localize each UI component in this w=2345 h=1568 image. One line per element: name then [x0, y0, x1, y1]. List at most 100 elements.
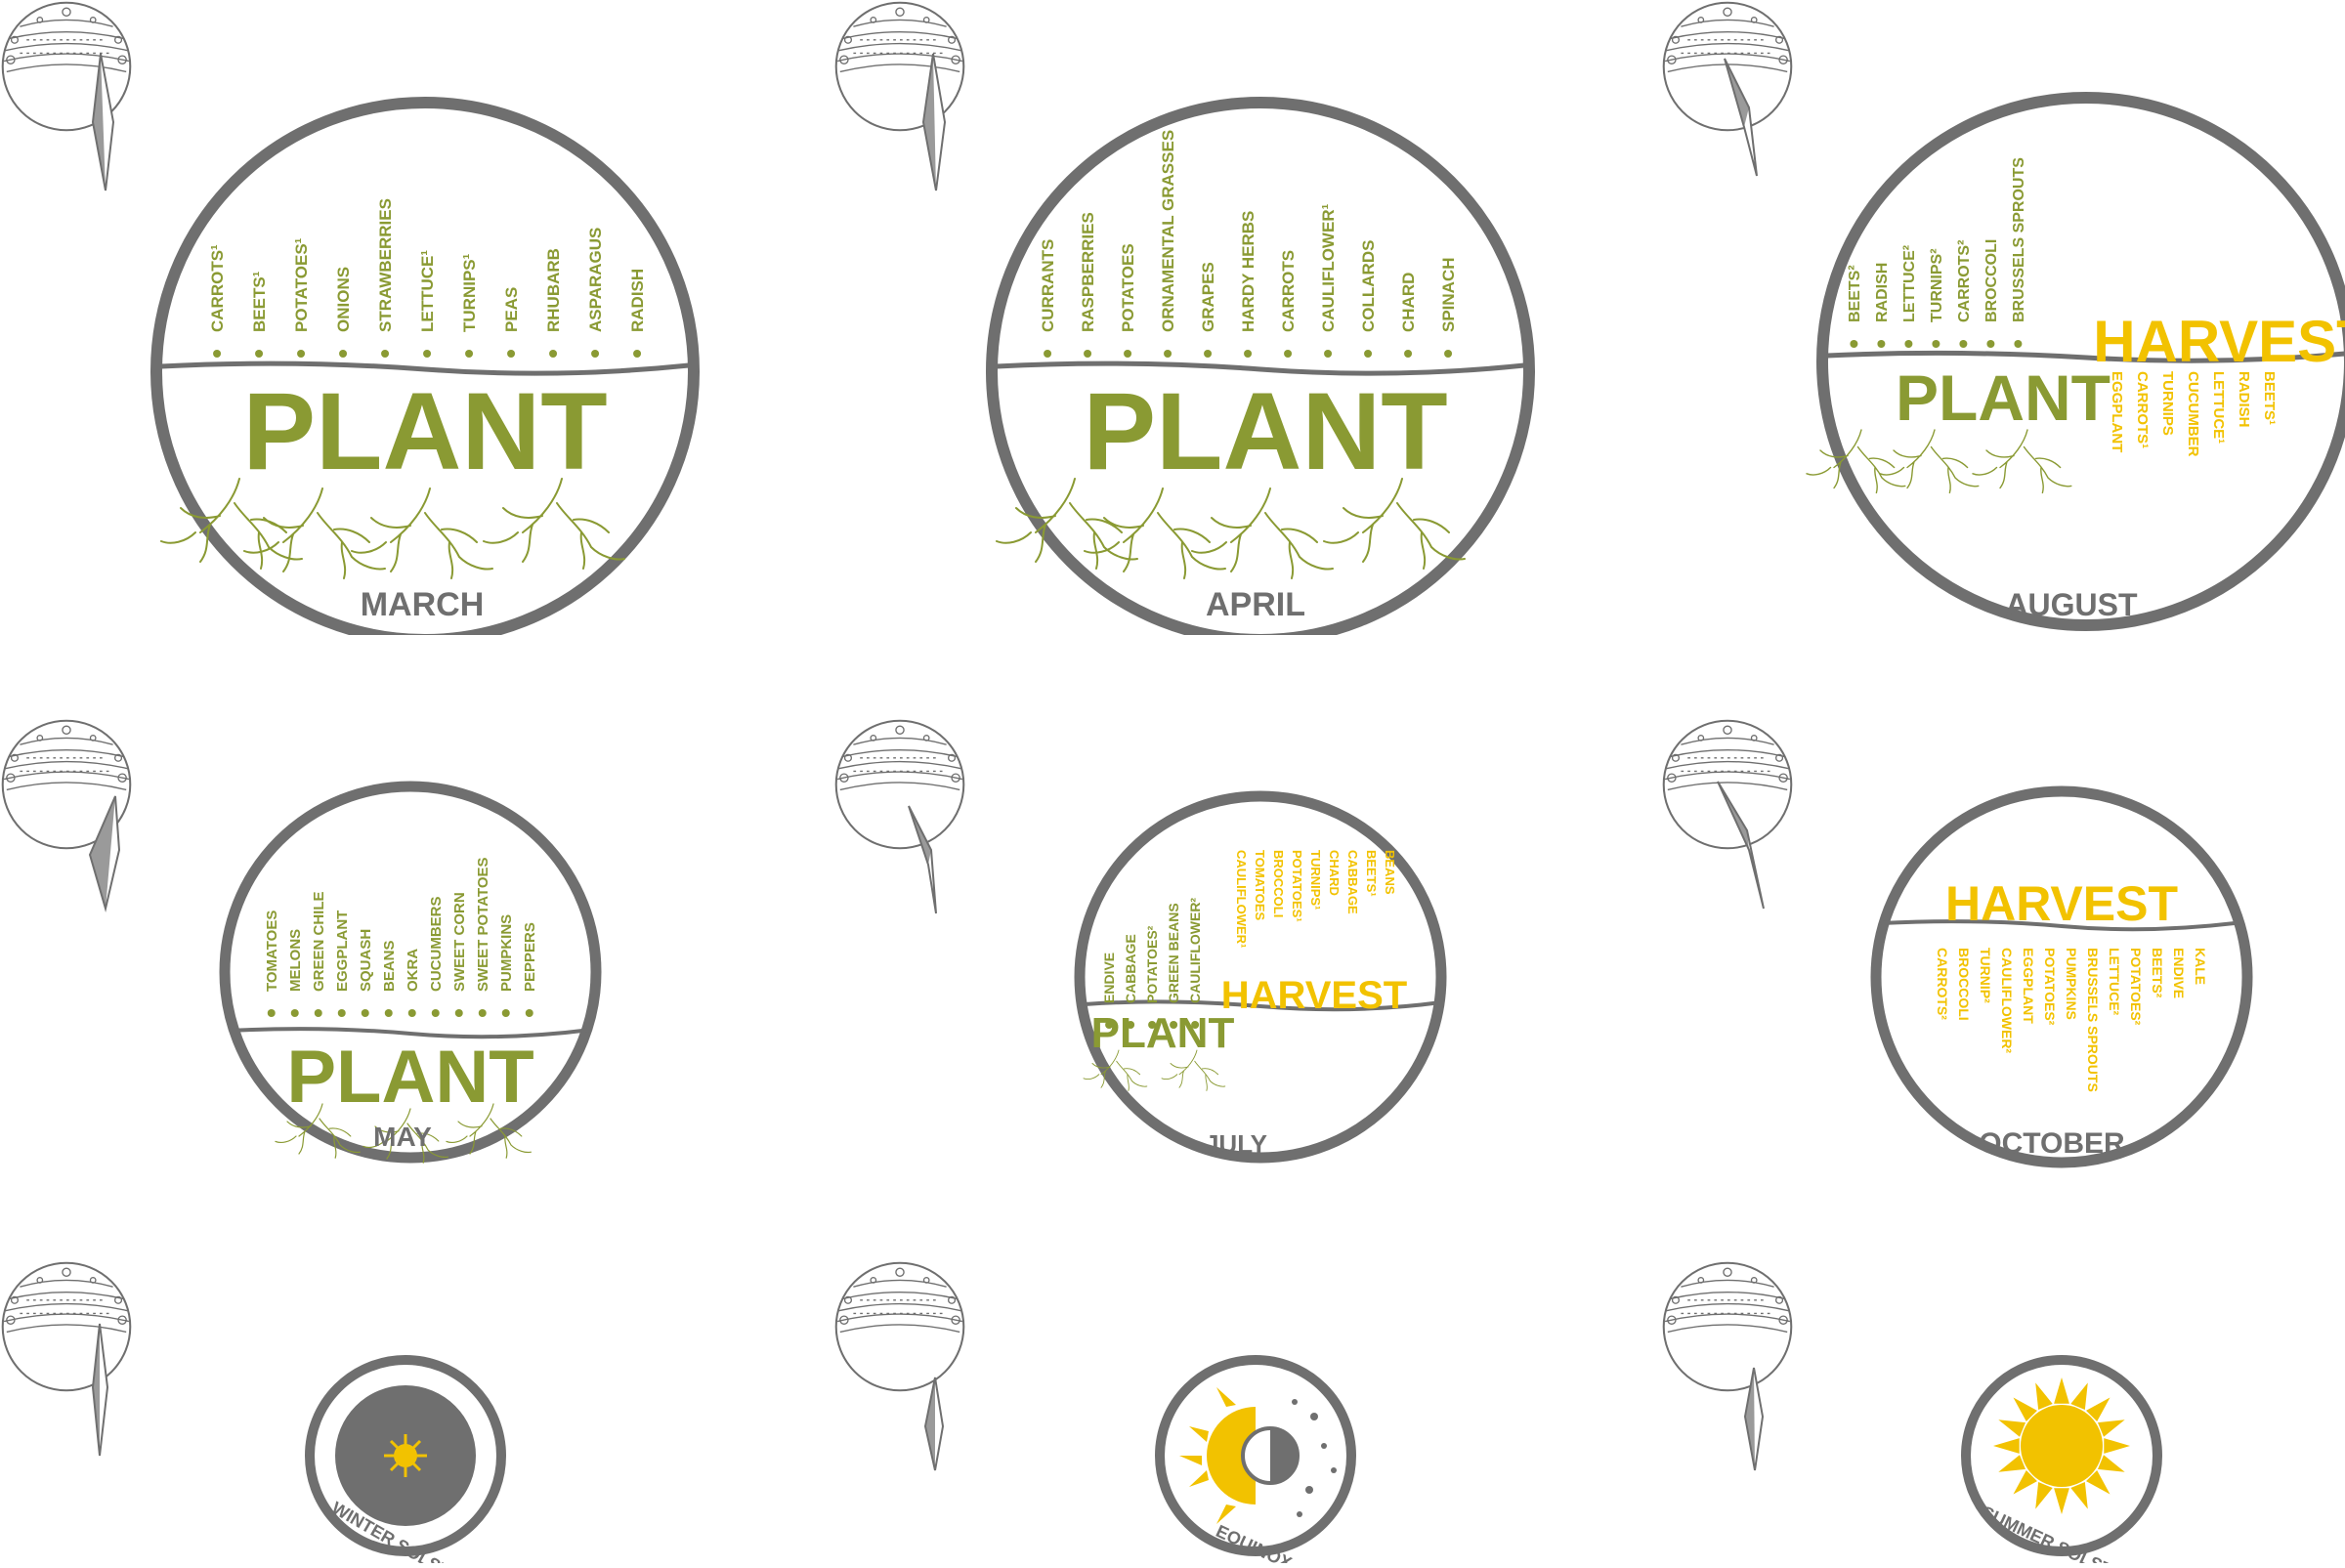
month-label: JULY: [1205, 1129, 1267, 1159]
month-label: MAY: [373, 1122, 432, 1152]
month-label: MARCH: [361, 586, 485, 623]
calendar-cell-april: CURRANTS RASPBERRIES POTATOES ORNAMENTAL GR…: [826, 0, 1568, 646]
may-graphic: TOMATOES MELONS GREEN CHILE EGGPLANT SQUASH B…: [1, 719, 602, 1164]
plant-item: RADISH: [1874, 263, 1891, 322]
seed-dot: [1932, 340, 1940, 348]
sundial-icon: [1, 1261, 132, 1392]
plant-item: LETTUCE²: [1901, 245, 1918, 322]
winter-solstice-graphic: WINTER SOLSTICE: [1, 1261, 506, 1568]
sundial-icon: [1662, 719, 1793, 850]
plant-item: RHUBARB: [544, 248, 563, 332]
harvest-item: BROCCOLI: [1956, 948, 1972, 1021]
plant-item: SQUASH: [358, 929, 374, 992]
plant-item: TOMATOES: [264, 911, 280, 992]
equinox-graphic: EQUINOX: [834, 1261, 1356, 1568]
plant-item: ONIONS: [334, 267, 353, 332]
sundial-icon: [834, 719, 965, 850]
harvest-item: POTATOES¹: [1290, 850, 1304, 922]
plant-word: PLANT: [1083, 370, 1447, 492]
calendar-cell-october: HARVEST CARROTS² BROCCOLI TURNIP² CAULIFLOW…: [1651, 713, 2345, 1182]
plant-item: CURRANTS: [1039, 239, 1057, 332]
sundial-icon: [834, 1, 965, 132]
plant-item: BEETS²: [1847, 265, 1863, 322]
harvest-item: TOMATOES: [1253, 850, 1267, 921]
seed-dot: [407, 1009, 416, 1017]
seed-dot: [1164, 350, 1172, 358]
harvest-item: TURNIPS¹: [1308, 850, 1323, 910]
plant-word: PLANT: [242, 370, 607, 492]
plant-item: EGGPLANT: [334, 911, 351, 992]
harvest-item: PUMPKINS: [2064, 948, 2079, 1020]
harvest-item: BEETS¹: [1364, 850, 1379, 897]
sundial-icon: [834, 1261, 965, 1392]
plant-item: ORNAMENTAL GRASSES: [1159, 130, 1177, 332]
harvest-item: CARROTS²: [1935, 948, 1950, 1020]
plant-word: PLANT: [1091, 1009, 1235, 1057]
harvest-word: HARVEST: [1221, 974, 1407, 1017]
seed-dot: [478, 1009, 487, 1017]
plant-item: BEETS¹: [250, 271, 269, 332]
plant-item: MELONS: [287, 929, 304, 992]
plant-item: CUCUMBERS: [428, 897, 445, 993]
plant-item: COLLARDS: [1359, 240, 1378, 332]
harvest-item: ENDIVE: [2171, 948, 2187, 998]
seed-dot: [1877, 340, 1886, 348]
plant-item: GRAPES: [1199, 262, 1217, 332]
seed-dot: [525, 1009, 533, 1017]
seed-dot: [213, 350, 222, 358]
plant-item: TURNIPS²: [1929, 248, 1945, 322]
plant-item: POTATOES: [1119, 243, 1137, 332]
harvest-item: POTATOES²: [2042, 948, 2058, 1026]
plant-item: CARROTS: [1279, 250, 1298, 332]
summer-solstice-graphic: SUMMER SOLSTICE: [1662, 1261, 2162, 1568]
plant-item: LETTUCE¹: [418, 250, 437, 332]
seed-dot: [339, 350, 348, 358]
plant-item: CABBAGE: [1123, 934, 1138, 1003]
plant-item: BROCCOLI: [1983, 239, 2000, 322]
calendar-cell-july: ENDIVE CABBAGE POTATOES² GREEN BEANS CAULIFL…: [826, 713, 1568, 1182]
plant-item: CAULIFLOWER¹: [1319, 203, 1338, 332]
harvest-item: BEETS²: [2150, 948, 2165, 998]
harvest-item: EGGPLANT: [2109, 371, 2125, 452]
seed-dot: [1284, 350, 1293, 358]
july-graphic: ENDIVE CABBAGE POTATOES² GREEN BEANS CAULIFL…: [834, 719, 1447, 1164]
seed-dot: [1444, 350, 1453, 358]
plant-item: GREEN BEANS: [1166, 903, 1181, 1003]
harvest-item: TURNIPS: [2159, 371, 2176, 436]
seed-dot: [255, 350, 264, 358]
harvest-item: KALE: [2193, 948, 2208, 985]
seed-dot: [1850, 340, 1858, 348]
plant-item: CAULIFLOWER²: [1187, 898, 1203, 1003]
seed-dot: [1904, 340, 1913, 348]
plant-item: BEANS: [381, 940, 398, 992]
seed-dot: [591, 350, 600, 358]
seed-dot: [381, 350, 390, 358]
plant-item: OKRA: [405, 949, 421, 992]
calendar-cell-march: CARROTS¹ BEETS¹ POTATOES¹ ONIONS STRAWBERRIE…: [0, 0, 743, 646]
april-graphic: CURRANTS RASPBERRIES POTATOES ORNAMENTAL GR…: [834, 1, 1535, 646]
harvest-item: CAULIFLOWER¹: [1234, 850, 1249, 948]
season-cell-equinox: EQUINOX: [826, 1260, 1568, 1568]
harvest-item: POTATOES²: [2128, 948, 2144, 1026]
plant-item: POTATOES²: [1144, 925, 1160, 1003]
harvest-item: TURNIP²: [1978, 948, 1993, 1003]
calendar-cell-may: TOMATOES MELONS GREEN CHILE EGGPLANT SQUASH B…: [0, 713, 684, 1182]
harvest-word: HARVEST: [2093, 309, 2345, 374]
harvest-item: BRUSSELS SPROUTS: [2085, 948, 2101, 1092]
large-sun-icon: [1993, 1377, 2130, 1514]
seed-dot: [465, 350, 474, 358]
seed-dot: [454, 1009, 463, 1017]
harvest-word: HARVEST: [1945, 876, 2178, 931]
season-cell-winter-solstice: WINTER SOLSTICE: [0, 1260, 684, 1568]
seed-dot: [337, 1009, 346, 1017]
seed-dot: [290, 1009, 299, 1017]
seed-dot: [361, 1009, 369, 1017]
seed-dot: [267, 1009, 276, 1017]
plant-item: TURNIPS¹: [460, 253, 479, 332]
plant-item: RASPBERRIES: [1079, 212, 1097, 332]
plant-item: BRUSSELS SPROUTS: [2011, 157, 2027, 322]
plant-item: HARDY HERBS: [1239, 211, 1258, 332]
seed-dot: [431, 1009, 440, 1017]
seed-dot: [1244, 350, 1253, 358]
seed-dot: [1404, 350, 1413, 358]
